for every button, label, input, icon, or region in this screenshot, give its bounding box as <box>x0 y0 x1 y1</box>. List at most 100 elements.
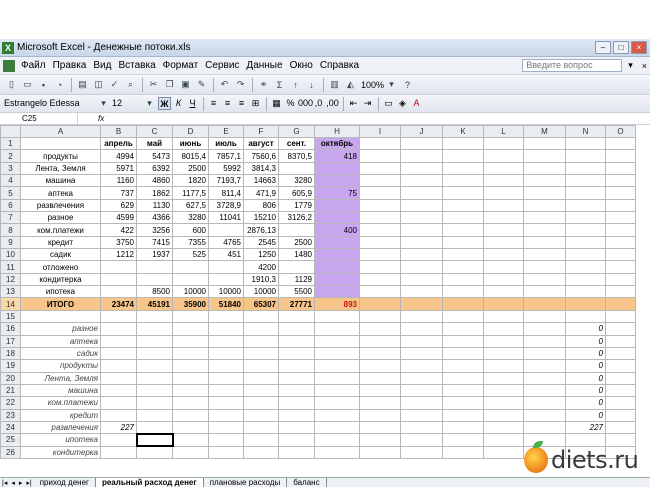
cell-e6[interactable]: 3728,9 <box>208 198 244 213</box>
cell-a21[interactable]: машина <box>20 383 101 398</box>
cell-e11[interactable] <box>208 260 244 274</box>
cell-empty[interactable] <box>565 260 606 274</box>
menu-view[interactable]: Вид <box>93 60 111 71</box>
cell-a7[interactable]: разное <box>20 211 101 225</box>
cell-empty[interactable] <box>400 186 443 200</box>
cell-n17[interactable]: 0 <box>565 334 606 348</box>
cell-empty[interactable] <box>442 235 484 250</box>
cell-b3[interactable]: 5971 <box>100 161 137 176</box>
new-icon[interactable]: ▯ <box>4 78 19 92</box>
cell-f12[interactable]: 1910,3 <box>243 272 279 287</box>
merge-center-icon[interactable]: ⊞ <box>249 97 262 110</box>
tab-balance[interactable]: баланс <box>287 478 327 487</box>
cell-empty[interactable] <box>359 211 401 225</box>
cell-empty[interactable] <box>314 309 360 324</box>
fx-icon[interactable]: fx <box>98 114 104 123</box>
cell-h10[interactable] <box>314 248 360 262</box>
cell-empty[interactable] <box>359 359 401 373</box>
column-header-a[interactable]: A <box>20 125 101 138</box>
tab-actual-expense[interactable]: реальный расход денег <box>95 478 204 487</box>
row-header[interactable]: 1 <box>0 136 21 151</box>
row-header[interactable]: 23 <box>0 408 21 422</box>
cell-h11[interactable] <box>314 260 360 274</box>
cell-empty[interactable] <box>314 383 360 398</box>
cell-c8[interactable]: 3256 <box>136 223 173 237</box>
cell-empty[interactable] <box>523 235 566 250</box>
row-header[interactable]: 5 <box>0 186 21 200</box>
cell-f4[interactable]: 14663 <box>243 174 279 188</box>
cell-empty[interactable] <box>359 346 401 361</box>
hyperlink-icon[interactable]: ⚭ <box>256 78 271 92</box>
cell-empty[interactable] <box>523 309 566 324</box>
cell-empty[interactable] <box>400 383 443 398</box>
cell-empty[interactable] <box>278 433 315 447</box>
cut-icon[interactable]: ✂ <box>146 78 161 92</box>
cell-f14[interactable]: 65307 <box>243 297 279 311</box>
cell-a26[interactable]: кондитерка <box>20 445 101 459</box>
row-header[interactable]: 16 <box>0 322 21 336</box>
cell-empty[interactable] <box>172 359 209 373</box>
cell-empty[interactable] <box>172 396 209 410</box>
cell-empty[interactable] <box>314 420 360 435</box>
cell-a5[interactable]: аптека <box>20 186 101 200</box>
cell-b21[interactable] <box>100 383 137 398</box>
cell-empty[interactable] <box>400 211 443 225</box>
research-icon[interactable]: ⌕ <box>123 78 138 92</box>
cell-empty[interactable] <box>359 186 401 200</box>
cell-empty[interactable] <box>359 149 401 163</box>
cell-f5[interactable]: 471,9 <box>243 186 279 200</box>
increase-decimal-icon[interactable]: ,0 <box>312 97 325 110</box>
underline-button[interactable]: Ч <box>186 97 199 110</box>
cell-d4[interactable]: 1820 <box>172 174 209 188</box>
borders-icon[interactable]: ▭ <box>382 97 395 110</box>
cell-empty[interactable] <box>442 211 484 225</box>
cell-g1[interactable]: сент. <box>278 136 315 151</box>
cell-empty[interactable] <box>605 297 636 311</box>
undo-icon[interactable]: ↶ <box>217 78 232 92</box>
cell-empty[interactable] <box>278 346 315 361</box>
menu-insert[interactable]: Вставка <box>118 60 155 71</box>
cell-empty[interactable] <box>605 136 636 151</box>
row-header[interactable]: 26 <box>0 445 21 459</box>
row-header[interactable]: 11 <box>0 260 21 274</box>
cell-h14[interactable]: 893 <box>314 297 360 311</box>
cell-empty[interactable] <box>565 235 606 250</box>
cell-empty[interactable] <box>208 371 244 385</box>
cell-empty[interactable] <box>278 334 315 348</box>
cell-c12[interactable] <box>136 272 173 287</box>
cell-empty[interactable] <box>359 260 401 274</box>
cell-e1[interactable]: июль <box>208 136 244 151</box>
cell-c11[interactable] <box>136 260 173 274</box>
cell-empty[interactable] <box>483 396 524 410</box>
cell-empty[interactable] <box>208 396 244 410</box>
name-box[interactable]: C25 <box>0 112 78 125</box>
cell-b1[interactable]: апрель <box>100 136 137 151</box>
cell-empty[interactable] <box>314 408 360 422</box>
cell-empty[interactable] <box>483 334 524 348</box>
row-header[interactable]: 15 <box>0 309 21 324</box>
cell-empty[interactable] <box>136 445 173 459</box>
cell-empty[interactable] <box>400 235 443 250</box>
cell-a24[interactable]: развлечения <box>20 420 101 435</box>
fill-color-icon[interactable]: ◈ <box>396 97 409 110</box>
cell-empty[interactable] <box>483 211 524 225</box>
cell-empty[interactable] <box>605 248 636 262</box>
cell-empty[interactable] <box>400 136 443 151</box>
cell-empty[interactable] <box>565 161 606 176</box>
align-right-icon[interactable]: ≡ <box>235 97 248 110</box>
cell-empty[interactable] <box>172 383 209 398</box>
cell-empty[interactable] <box>359 371 401 385</box>
align-center-icon[interactable]: ≡ <box>221 97 234 110</box>
cell-empty[interactable] <box>442 420 484 435</box>
column-header-k[interactable]: K <box>442 125 484 138</box>
cell-empty[interactable] <box>359 383 401 398</box>
drawing-icon[interactable]: ◭ <box>343 78 358 92</box>
cell-empty[interactable] <box>442 408 484 422</box>
cell-e12[interactable] <box>208 272 244 287</box>
row-header[interactable]: 10 <box>0 248 21 262</box>
cell-b13[interactable] <box>100 285 137 299</box>
cell-empty[interactable] <box>243 396 279 410</box>
cell-a8[interactable]: ком.платежи <box>20 223 101 237</box>
row-header[interactable]: 8 <box>0 223 21 237</box>
cell-empty[interactable] <box>243 445 279 459</box>
